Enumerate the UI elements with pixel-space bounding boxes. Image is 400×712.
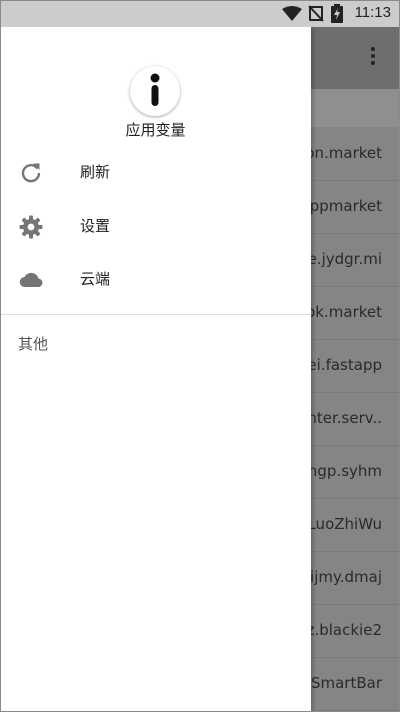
section-label-other: 其他 [18, 335, 49, 353]
list-item-label: appmarket [300, 197, 382, 215]
list-item-label: on.market [305, 144, 382, 162]
status-time: 11:13 [354, 4, 391, 21]
list-item-label: .SmartBar [306, 674, 382, 692]
app-name: 应用变量 [125, 121, 186, 139]
list-item-label: mgp.syhm [302, 462, 382, 480]
navigation-drawer: 应用变量 刷新 设置 云端 其他 [0, 27, 311, 712]
gear-icon [19, 215, 43, 239]
menu-item-settings[interactable]: 设置 [0, 199, 311, 253]
drawer-divider [0, 314, 311, 315]
list-item-label: .ijmy.dmaj [305, 568, 382, 586]
drawer-header: 应用变量 [0, 27, 311, 142]
menu-item-cloud[interactable]: 云端 [0, 252, 311, 306]
refresh-icon [21, 163, 41, 183]
wifi-icon [282, 6, 302, 21]
battery-charging-icon [331, 4, 343, 23]
list-item-label: z.blackie2 [306, 621, 382, 639]
status-bar: 11:13 [0, 0, 400, 27]
menu-item-label: 云端 [80, 270, 111, 288]
list-item-label: LuoZhiWu [307, 515, 382, 533]
info-icon [130, 66, 180, 116]
menu-item-label: 设置 [80, 217, 111, 235]
no-signal-icon [308, 5, 324, 22]
menu-item-label: 刷新 [80, 163, 111, 181]
more-vert-icon[interactable] [370, 47, 376, 69]
cloud-icon [19, 272, 43, 288]
menu-item-refresh[interactable]: 刷新 [0, 145, 311, 199]
list-item-label: ei.fastapp [307, 356, 382, 374]
